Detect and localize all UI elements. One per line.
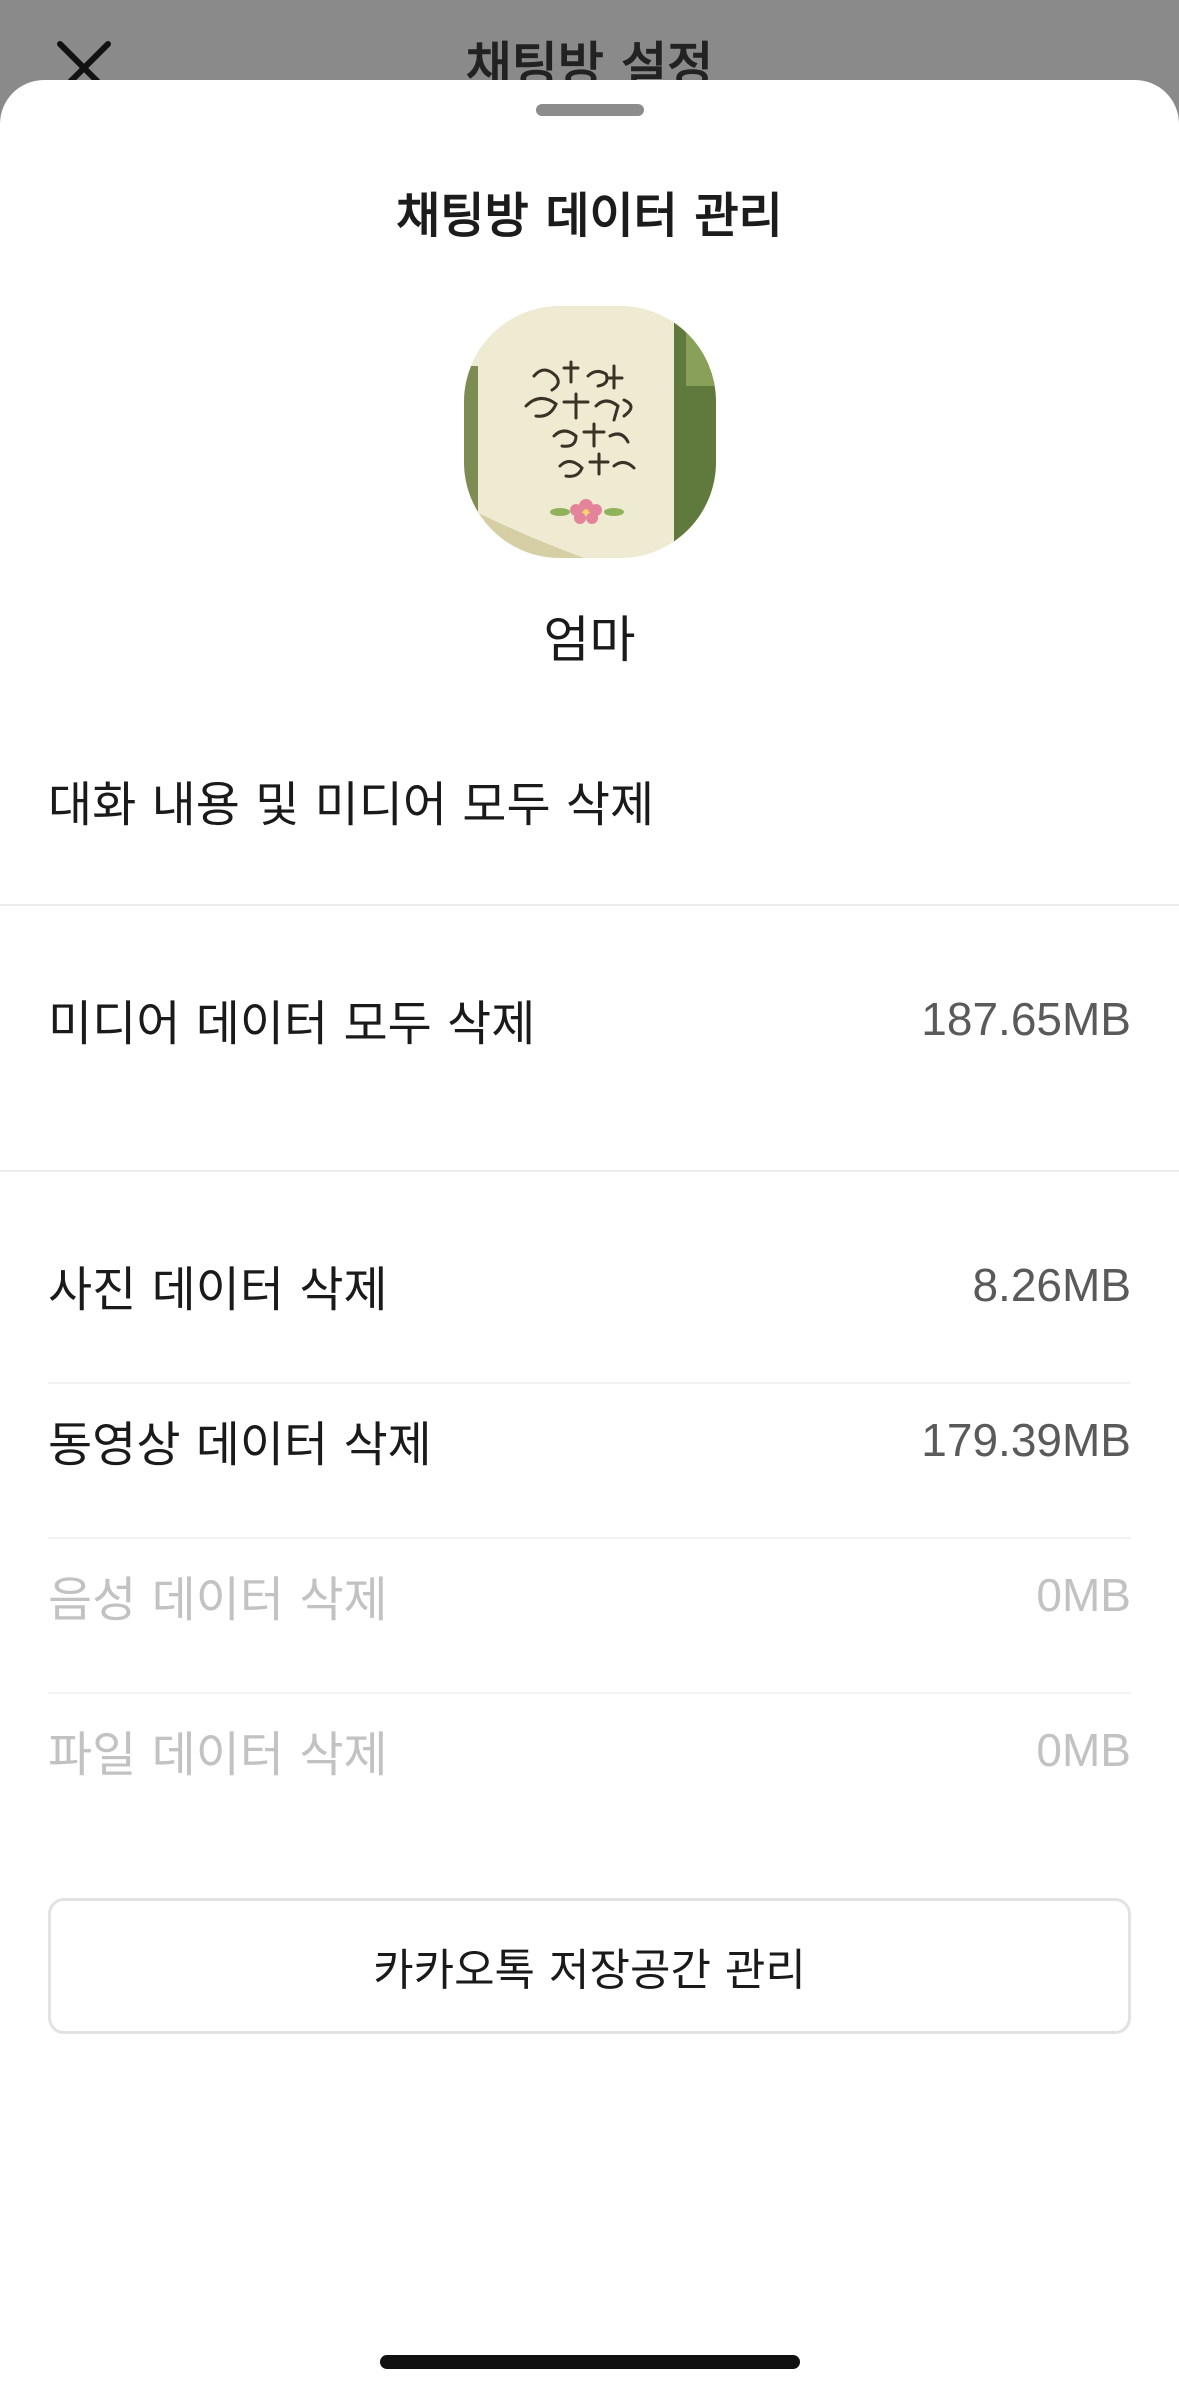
- delete-photo-row[interactable]: 사진 데이터 삭제 8.26MB: [48, 1230, 1131, 1340]
- divider: [48, 1537, 1131, 1539]
- delete-video-row[interactable]: 동영상 데이터 삭제 179.39MB: [48, 1385, 1131, 1495]
- data-management-sheet: 채팅방 데이터 관리 엄마 대화 내용 및 미디어 모두 삭제 미디어 데이터 …: [0, 80, 1179, 2396]
- divider: [48, 1692, 1131, 1694]
- photo-size-value: 8.26MB: [972, 1259, 1131, 1311]
- divider: [48, 1382, 1131, 1384]
- voice-size-value: 0MB: [1036, 1569, 1131, 1621]
- media-size-value: 187.65MB: [921, 993, 1131, 1045]
- sheet-title: 채팅방 데이터 관리: [396, 188, 783, 244]
- delete-photo-label: 사진 데이터 삭제: [48, 1262, 388, 1318]
- kakaotalk-storage-button[interactable]: 카카오톡 저장공간 관리: [48, 1898, 1131, 2034]
- profile-photo: [464, 306, 716, 558]
- delete-file-row: 파일 데이터 삭제 0MB: [48, 1695, 1131, 1805]
- profile-name: 엄마: [543, 611, 636, 669]
- divider: [0, 904, 1179, 906]
- delete-all-chat-and-media-row[interactable]: 대화 내용 및 미디어 모두 삭제: [48, 740, 1131, 860]
- delete-all-media-label: 미디어 데이터 모두 삭제: [48, 996, 536, 1052]
- delete-video-label: 동영상 데이터 삭제: [48, 1417, 432, 1473]
- delete-voice-label: 음성 데이터 삭제: [48, 1572, 388, 1628]
- delete-file-label: 파일 데이터 삭제: [48, 1727, 388, 1783]
- profile-avatar: [464, 306, 716, 558]
- divider: [0, 1170, 1179, 1172]
- home-indicator: [380, 2355, 800, 2369]
- file-size-value: 0MB: [1036, 1724, 1131, 1776]
- delete-voice-row: 음성 데이터 삭제 0MB: [48, 1540, 1131, 1650]
- delete-all-media-row[interactable]: 미디어 데이터 모두 삭제 187.65MB: [48, 964, 1131, 1074]
- delete-all-label: 대화 내용 및 미디어 모두 삭제: [48, 777, 655, 833]
- video-size-value: 179.39MB: [921, 1414, 1131, 1466]
- sheet-grabber[interactable]: [536, 104, 644, 116]
